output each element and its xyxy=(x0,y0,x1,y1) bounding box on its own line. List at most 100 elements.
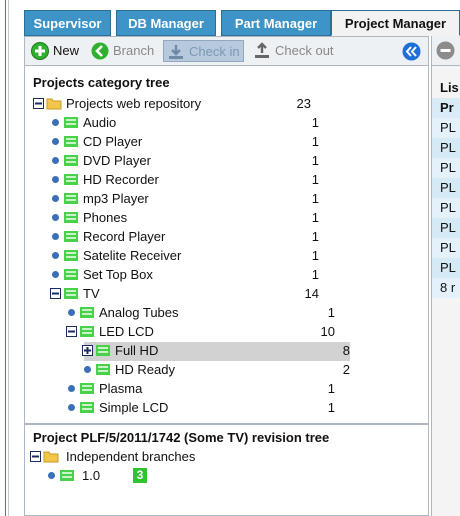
tree-node-count: 1 xyxy=(311,134,319,149)
tab-project-manager[interactable]: Project Manager xyxy=(331,10,460,36)
category-green-icon xyxy=(80,326,94,337)
list-row[interactable]: PL xyxy=(440,138,456,158)
category-green-icon xyxy=(64,231,78,242)
list-row[interactable]: PL xyxy=(440,258,456,278)
tree-node-label: DVD Player xyxy=(83,153,151,168)
revision-root-label: Independent branches xyxy=(66,449,196,464)
bullet-icon xyxy=(68,385,75,392)
tree-node-row[interactable]: Set Top Box 1 xyxy=(50,265,323,284)
tree-node-row[interactable]: Plasma 1 xyxy=(66,379,339,398)
project-list-panel: Lis Pr PL PL PL PL PL PL PL PL 8 r xyxy=(431,36,460,516)
collapse-arrows-icon[interactable] xyxy=(402,42,421,61)
tree-node-count: 1 xyxy=(327,381,335,396)
tree-node-row[interactable]: Full HD 8 xyxy=(82,341,354,360)
revision-tree-title: Project PLF/5/2011/1742 (Some TV) revisi… xyxy=(33,430,330,445)
collapse-toggle-icon[interactable] xyxy=(33,98,44,109)
check-in-label: Check in xyxy=(189,44,240,59)
category-tree-title: Projects category tree xyxy=(33,75,170,90)
main-tabs: Supervisor DB Manager Part Manager Proje… xyxy=(24,10,460,36)
folder-icon xyxy=(46,98,62,110)
tab-supervisor[interactable]: Supervisor xyxy=(24,10,111,36)
tree-node-label: Record Player xyxy=(83,229,166,244)
category-green-icon xyxy=(64,269,78,280)
tree-node-label: Audio xyxy=(83,115,117,130)
tree-node-row[interactable]: LED LCD 10 xyxy=(66,322,339,341)
tree-node-row[interactable]: HD Recorder 1 xyxy=(50,170,323,189)
tree-node-row[interactable]: Analog Tubes 1 xyxy=(66,303,339,322)
tree-node-label: Full HD xyxy=(115,343,159,358)
check-in-button[interactable]: Check in xyxy=(163,40,244,62)
column-header[interactable]: Pr xyxy=(440,98,454,118)
tree-node-row[interactable]: Record Player 1 xyxy=(50,227,323,246)
collapse-toggle-icon[interactable] xyxy=(30,451,41,462)
minus-circle-icon[interactable] xyxy=(436,41,455,60)
tree-node-count: 14 xyxy=(304,286,319,301)
tree-node-row[interactable]: Phones 1 xyxy=(50,208,323,227)
category-green-icon xyxy=(64,250,78,261)
tree-node-label: Analog Tubes xyxy=(99,305,179,320)
tree-node-label: Phones xyxy=(83,210,128,225)
category-green-icon xyxy=(96,345,110,356)
list-row[interactable]: PL xyxy=(440,198,456,218)
list-row[interactable]: PL xyxy=(440,218,456,238)
expand-toggle-icon[interactable] xyxy=(82,345,93,356)
project-list-toolbar xyxy=(432,36,460,66)
check-out-label: Check out xyxy=(275,43,334,58)
check-out-button[interactable]: Check out xyxy=(253,40,334,62)
bullet-icon xyxy=(68,309,75,316)
tree-node-row[interactable]: CD Player 1 xyxy=(50,132,323,151)
list-row[interactable]: PL xyxy=(440,178,456,198)
tree-node-row[interactable]: Projects web repository 23 xyxy=(33,94,315,113)
category-green-icon xyxy=(64,288,78,299)
tree-node-count: 1 xyxy=(327,400,335,415)
bullet-icon xyxy=(52,176,59,183)
check-in-icon xyxy=(169,44,183,59)
category-green-icon xyxy=(64,155,78,166)
collapse-toggle-icon[interactable] xyxy=(50,288,61,299)
tree-node-row[interactable]: HD Ready 2 xyxy=(82,360,354,379)
collapse-toggle-icon[interactable] xyxy=(66,326,77,337)
list-row[interactable]: PL xyxy=(440,158,456,178)
bullet-icon xyxy=(52,138,59,145)
tree-node-count: 1 xyxy=(311,172,319,187)
list-row[interactable]: PL xyxy=(440,118,456,138)
branch-button[interactable]: Branch xyxy=(91,40,154,62)
category-green-icon xyxy=(64,193,78,204)
tree-node-label: Plasma xyxy=(99,381,143,396)
bullet-icon xyxy=(52,195,59,202)
project-list-title: Lis xyxy=(440,80,459,95)
category-green-icon xyxy=(80,307,94,318)
tree-node-count: 1 xyxy=(311,191,319,206)
list-row[interactable]: PL xyxy=(440,238,456,258)
tree-node-row[interactable]: TV 14 xyxy=(50,284,323,303)
bullet-icon xyxy=(52,214,59,221)
bullet-icon xyxy=(52,271,59,278)
tree-node-row[interactable]: DVD Player 1 xyxy=(50,151,323,170)
folder-icon xyxy=(43,451,59,463)
new-label: New xyxy=(53,43,80,58)
tree-node-row[interactable]: Simple LCD 1 xyxy=(66,398,339,417)
bullet-icon xyxy=(52,233,59,240)
tree-node-count: 1 xyxy=(311,115,319,130)
category-green-icon xyxy=(64,174,78,185)
tree-node-count: 2 xyxy=(342,362,350,377)
bullet-icon xyxy=(48,472,55,479)
category-green-icon xyxy=(64,136,78,147)
tree-node-row[interactable]: Audio 1 xyxy=(50,113,323,132)
bullet-icon xyxy=(52,252,59,259)
new-button[interactable]: New xyxy=(31,40,79,62)
category-green-icon xyxy=(96,364,110,375)
branch-arrow-icon xyxy=(91,42,109,60)
branch-label: Branch xyxy=(113,43,155,58)
revision-branch-label: 1.0 xyxy=(82,468,101,483)
tab-part-manager[interactable]: Part Manager xyxy=(221,10,331,36)
tree-node-count: 1 xyxy=(311,248,319,263)
toolbar: New Branch Check in Check out xyxy=(24,36,429,66)
tab-db-manager[interactable]: DB Manager xyxy=(116,10,216,36)
tree-node-count: 1 xyxy=(311,153,319,168)
tree-node-row[interactable]: Satelite Receiver 1 xyxy=(50,246,323,265)
tree-node-row[interactable]: mp3 Player 1 xyxy=(50,189,323,208)
tree-node-count: 8 xyxy=(342,343,350,358)
tree-node-label: Simple LCD xyxy=(99,400,169,415)
bullet-icon xyxy=(52,119,59,126)
